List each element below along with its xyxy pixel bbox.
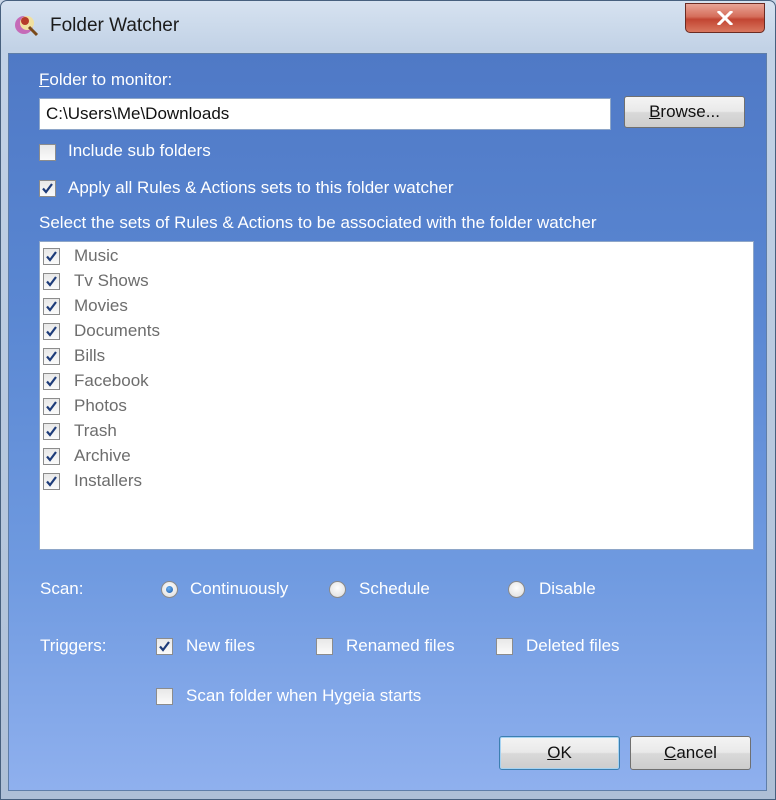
- cancel-button[interactable]: Cancel: [630, 736, 751, 770]
- ok-button[interactable]: OK: [499, 736, 620, 770]
- dialog-body: Folder to monitor: Browse... Include sub…: [8, 53, 767, 791]
- scan-continuously-radio[interactable]: [161, 581, 178, 598]
- trigger-renamed-files-checkbox[interactable]: [316, 638, 333, 655]
- list-item-checkbox[interactable]: [43, 398, 60, 415]
- checkmark-icon: [46, 351, 57, 362]
- list-item-checkbox[interactable]: [43, 248, 60, 265]
- list-item[interactable]: Installers: [43, 470, 343, 494]
- scan-disable-radio[interactable]: [508, 581, 525, 598]
- folder-watcher-window: Folder Watcher Folder to monitor: Browse…: [0, 0, 776, 800]
- list-item[interactable]: Movies: [43, 295, 343, 319]
- checkmark-icon: [46, 426, 57, 437]
- list-item-checkbox[interactable]: [43, 323, 60, 340]
- apply-all-checkbox[interactable]: [39, 180, 56, 197]
- list-item-label: Photos: [74, 396, 127, 415]
- list-item-label: Facebook: [74, 371, 149, 390]
- trigger-renamed-files-label: Renamed files: [346, 636, 455, 655]
- title-bar[interactable]: Folder Watcher: [1, 1, 775, 51]
- close-button[interactable]: [685, 3, 765, 33]
- list-item-label: Archive: [74, 446, 131, 465]
- triggers-label: Triggers:: [40, 636, 107, 655]
- scan-label: Scan:: [40, 579, 84, 598]
- list-item[interactable]: Trash: [43, 420, 343, 444]
- list-item[interactable]: Tv Shows: [43, 270, 343, 294]
- list-item-checkbox[interactable]: [43, 423, 60, 440]
- list-item[interactable]: Bills: [43, 345, 343, 369]
- trigger-deleted-files-label: Deleted files: [526, 636, 620, 655]
- trigger-deleted-files-checkbox[interactable]: [496, 638, 513, 655]
- trigger-new-files-label: New files: [186, 636, 255, 655]
- apply-all-label: Apply all Rules & Actions sets to this f…: [68, 178, 454, 197]
- checkmark-icon: [46, 451, 57, 462]
- checkmark-icon: [46, 251, 57, 262]
- list-item-label: Installers: [74, 471, 143, 490]
- include-sub-folders-label: Include sub folders: [68, 141, 211, 160]
- list-item[interactable]: Photos: [43, 395, 343, 419]
- scan-disable-label: Disable: [539, 579, 596, 598]
- folder-label: Folder to monitor:: [39, 70, 173, 89]
- list-item-label: Tv Shows: [74, 271, 149, 290]
- folder-path-field[interactable]: [39, 98, 611, 130]
- list-item[interactable]: Archive: [43, 445, 343, 469]
- checkmark-icon: [46, 301, 57, 312]
- window-title: Folder Watcher: [50, 15, 180, 36]
- rules-actions-list[interactable]: Music Tv Shows Movies Documents Bills Fa…: [39, 241, 754, 550]
- list-item-checkbox[interactable]: [43, 448, 60, 465]
- scan-on-start-checkbox[interactable]: [156, 688, 173, 705]
- list-item[interactable]: Music: [43, 245, 343, 269]
- close-icon: [717, 11, 733, 25]
- trigger-new-files-checkbox[interactable]: [156, 638, 173, 655]
- list-item-checkbox[interactable]: [43, 348, 60, 365]
- checkmark-icon: [46, 376, 57, 387]
- list-item-checkbox[interactable]: [43, 298, 60, 315]
- list-item-checkbox[interactable]: [43, 273, 60, 290]
- checkmark-icon: [46, 401, 57, 412]
- radio-selected-dot: [166, 586, 173, 593]
- list-item-label: Documents: [74, 321, 160, 340]
- list-item-checkbox[interactable]: [43, 473, 60, 490]
- list-item-label: Trash: [74, 421, 117, 440]
- scan-schedule-radio[interactable]: [329, 581, 346, 598]
- checkmark-icon: [42, 183, 53, 194]
- checkmark-icon: [46, 276, 57, 287]
- list-item-label: Music: [74, 246, 119, 265]
- scan-continuously-label: Continuously: [190, 579, 289, 598]
- list-item[interactable]: Facebook: [43, 370, 343, 394]
- scan-on-start-label: Scan folder when Hygeia starts: [186, 686, 422, 705]
- browse-button[interactable]: Browse...: [624, 96, 745, 128]
- sets-label: Select the sets of Rules & Actions to be…: [39, 213, 597, 232]
- list-item-label: Movies: [74, 296, 128, 315]
- include-sub-folders-checkbox[interactable]: [39, 144, 56, 161]
- folder-path-input[interactable]: [40, 99, 610, 129]
- scan-schedule-label: Schedule: [359, 579, 430, 598]
- checkmark-icon: [159, 641, 170, 652]
- checkmark-icon: [46, 476, 57, 487]
- list-item-checkbox[interactable]: [43, 373, 60, 390]
- list-item-label: Bills: [74, 346, 106, 365]
- list-item[interactable]: Documents: [43, 320, 343, 344]
- checkmark-icon: [46, 326, 57, 337]
- app-icon: [15, 16, 39, 37]
